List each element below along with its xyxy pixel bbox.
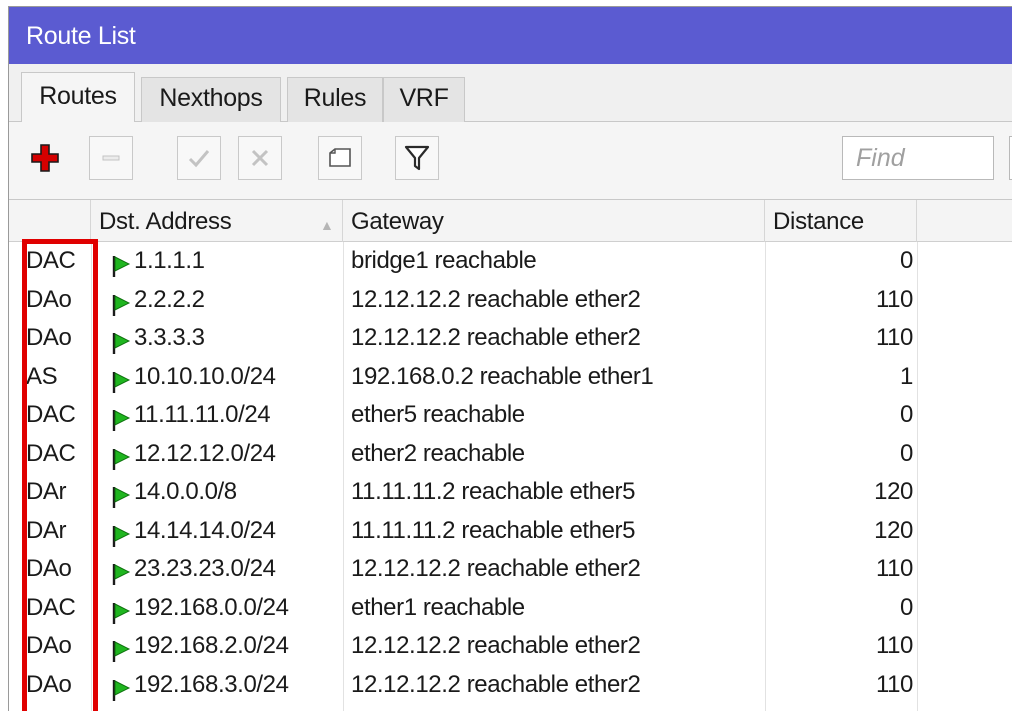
route-gateway: 192.168.0.2 reachable ether1 — [351, 362, 654, 390]
table-row[interactable]: DAr 14.14.14.0/24 11.11.11.2 reachable eth… — [9, 512, 1012, 551]
route-distance: 110 — [875, 555, 913, 582]
route-gateway: 12.12.12.2 reachable ether2 — [351, 555, 641, 582]
route-gateway: 11.11.11.2 reachable ether5 — [351, 516, 636, 544]
title-bar[interactable]: Route List — [9, 7, 1012, 64]
filter-button[interactable] — [395, 136, 439, 180]
sort-ascending-icon: ▲ — [320, 217, 334, 233]
table-row[interactable]: DAC 192.168.0.0/24 ether1 reachable 0 — [9, 589, 1012, 628]
toolbar: a — [9, 122, 1012, 200]
tab-routes[interactable]: Routes — [21, 72, 135, 123]
route-distance: 0 — [900, 593, 913, 621]
tab-routes-label: Routes — [39, 82, 117, 110]
column-header-gateway-label: Gateway — [351, 208, 444, 235]
route-distance: 110 — [875, 324, 913, 351]
route-table-body: DAC 1.1.1.1 bridge1 reachable 0 DAo 2.2.2.2 12… — [9, 242, 1012, 704]
add-button[interactable] — [23, 136, 67, 180]
route-dst-address: 12.12.12.0/24 — [134, 439, 276, 467]
route-distance: 110 — [875, 632, 913, 659]
route-dst-address: 3.3.3.3 — [134, 324, 205, 351]
enable-button[interactable] — [177, 136, 221, 180]
route-gateway: ether1 reachable — [351, 593, 525, 621]
route-distance: 120 — [874, 478, 913, 505]
cross-icon — [251, 149, 269, 167]
note-icon — [329, 148, 351, 167]
route-gateway: ether5 reachable — [351, 401, 525, 428]
route-dst-address: 14.0.0.0/8 — [134, 478, 237, 505]
route-distance: 110 — [875, 670, 913, 698]
route-dst-address: 11.11.11.0/24 — [134, 401, 271, 428]
route-gateway: 12.12.12.2 reachable ether2 — [351, 632, 641, 659]
table-row[interactable]: AS 10.10.10.0/24 192.168.0.2 reachable eth… — [9, 358, 1012, 397]
table-row[interactable]: DAo 3.3.3.3 12.12.12.2 reachable ether2 110 — [9, 319, 1012, 358]
table-row[interactable]: DAC 11.11.11.0/24 ether5 reachable 0 — [9, 396, 1012, 435]
tab-bar: Routes Nexthops Rules VRF — [9, 64, 1012, 123]
route-gateway: 12.12.12.2 reachable ether2 — [351, 670, 641, 698]
route-gateway: 12.12.12.2 reachable ether2 — [351, 324, 641, 351]
window-title: Route List — [26, 22, 136, 50]
route-dst-address: 2.2.2.2 — [134, 285, 205, 313]
column-header-gateway[interactable]: Gateway — [343, 200, 765, 242]
tab-nexthops-label: Nexthops — [159, 84, 263, 112]
table-row[interactable]: DAo 192.168.2.0/24 12.12.12.2 reachable et… — [9, 627, 1012, 666]
column-header-dst-address-label: Dst. Address — [99, 208, 232, 235]
route-gateway: bridge1 reachable — [351, 247, 537, 274]
find-field[interactable] — [842, 136, 994, 180]
column-header-dst-address[interactable]: Dst. Address — [91, 200, 343, 242]
table-row[interactable]: DAo 192.168.3.0/24 12.12.12.2 reachable et… — [9, 666, 1012, 705]
plus-icon — [31, 144, 59, 172]
table-row[interactable]: DAo 23.23.23.0/24 12.12.12.2 reachable eth… — [9, 550, 1012, 589]
tab-vrf[interactable]: VRF — [383, 77, 465, 122]
table-row[interactable]: DAC 12.12.12.0/24 ether2 reachable 0 — [9, 435, 1012, 474]
find-input[interactable] — [843, 137, 993, 179]
route-dst-address: 1.1.1.1 — [134, 247, 205, 274]
route-dst-address: 192.168.2.0/24 — [134, 632, 289, 659]
tab-rules[interactable]: Rules — [287, 77, 383, 122]
route-distance: 110 — [875, 285, 913, 313]
remove-button[interactable] — [89, 136, 133, 180]
filter-icon — [404, 145, 430, 171]
route-dst-address: 192.168.0.0/24 — [134, 593, 289, 621]
column-header-distance-label: Distance — [773, 208, 864, 235]
route-gateway: 11.11.11.2 reachable ether5 — [351, 478, 636, 505]
route-dst-address: 192.168.3.0/24 — [134, 670, 289, 698]
route-dst-address: 23.23.23.0/24 — [134, 555, 276, 582]
comment-button[interactable] — [318, 136, 362, 180]
table-header: Dst. Address Gateway Distance — [9, 200, 1012, 242]
column-header-flags[interactable] — [9, 200, 91, 242]
route-gateway: 12.12.12.2 reachable ether2 — [351, 285, 641, 313]
tab-vrf-label: VRF — [399, 84, 449, 112]
table-row[interactable]: DAo 2.2.2.2 12.12.12.2 reachable ether2 110 — [9, 281, 1012, 320]
route-distance: 120 — [874, 516, 913, 544]
route-dst-address: 10.10.10.0/24 — [134, 362, 276, 390]
column-header-distance[interactable]: Distance — [765, 200, 917, 242]
route-distance: 0 — [900, 247, 913, 274]
flags-column-highlight — [22, 239, 98, 711]
green-flag-icon — [111, 673, 133, 711]
minus-icon — [102, 155, 120, 161]
tab-rules-label: Rules — [303, 84, 367, 112]
disable-button[interactable] — [238, 136, 282, 180]
route-gateway: ether2 reachable — [351, 439, 525, 467]
table-row[interactable]: DAr 14.0.0.0/8 11.11.11.2 reachable ether5… — [9, 473, 1012, 512]
route-distance: 1 — [900, 362, 913, 390]
tab-nexthops[interactable]: Nexthops — [141, 77, 281, 122]
route-distance: 0 — [900, 439, 913, 467]
route-distance: 0 — [900, 401, 913, 428]
table-row[interactable]: DAC 1.1.1.1 bridge1 reachable 0 — [9, 242, 1012, 281]
checkmark-icon — [188, 150, 210, 168]
route-dst-address: 14.14.14.0/24 — [134, 516, 276, 544]
